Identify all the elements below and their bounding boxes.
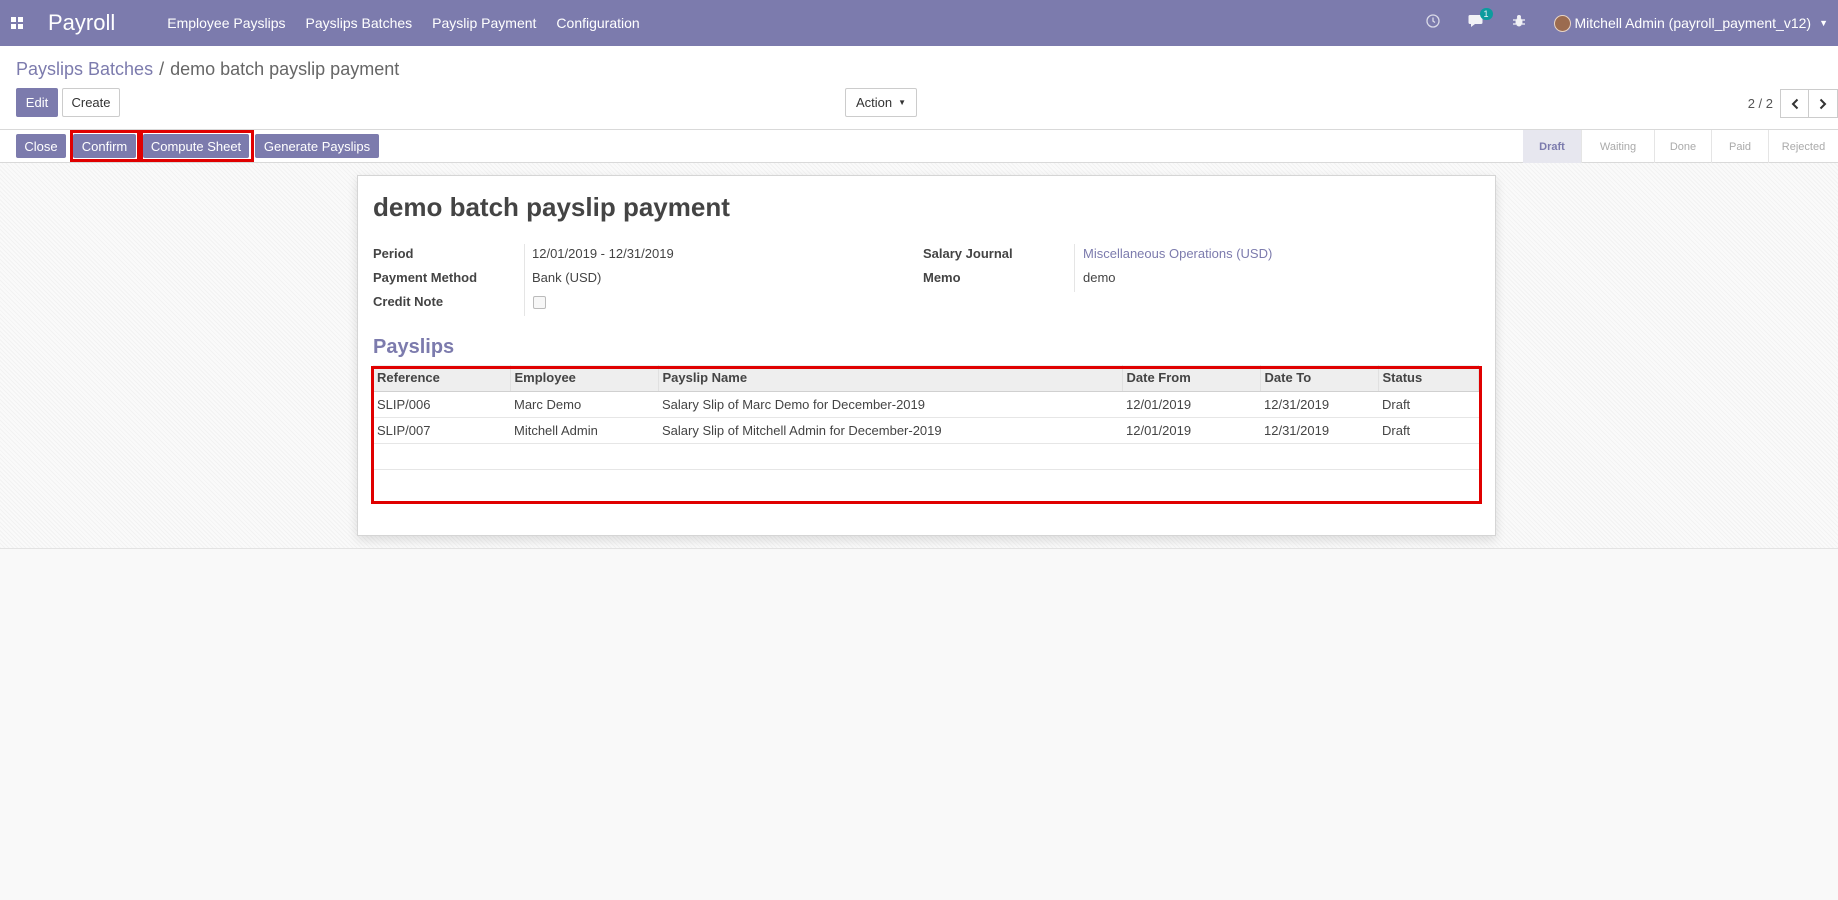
stage-waiting[interactable]: Waiting (1581, 130, 1654, 163)
generate-payslips-button[interactable]: Generate Payslips (255, 134, 379, 158)
action-dropdown[interactable]: Action ▼ (845, 88, 917, 117)
close-button[interactable]: Close (16, 134, 66, 158)
credit-note-label: Credit Note (373, 294, 444, 309)
form-statusbar: Close Confirm Compute Sheet Generate Pay… (0, 129, 1838, 163)
cell-employee: Mitchell Admin (510, 417, 658, 444)
column-header-employee[interactable]: Employee (510, 365, 659, 392)
action-label: Action (855, 95, 893, 110)
menu-payslip-payment[interactable]: Payslip Payment (432, 15, 536, 31)
cell-status: Draft (1378, 391, 1479, 418)
cell-payslip-name: Salary Slip of Mitchell Admin for Decemb… (658, 417, 1122, 444)
stage-paid[interactable]: Paid (1711, 130, 1768, 163)
breadcrumb-current: demo batch payslip payment (170, 59, 400, 79)
bug-icon[interactable] (1512, 14, 1526, 32)
compute-sheet-button[interactable]: Compute Sheet (143, 134, 249, 158)
cell-status: Draft (1378, 417, 1479, 444)
menu-employee-payslips[interactable]: Employee Payslips (167, 15, 285, 31)
edit-button[interactable]: Edit (16, 88, 58, 117)
stage-done[interactable]: Done (1654, 130, 1711, 163)
confirm-button[interactable]: Confirm (73, 134, 136, 158)
cell-reference: SLIP/006 (373, 391, 510, 418)
cell-reference: SLIP/007 (373, 417, 510, 444)
cell-payslip-name: Salary Slip of Marc Demo for December-20… (658, 391, 1122, 418)
credit-note-checkbox[interactable] (533, 296, 546, 309)
messages-count-badge: 1 (1479, 8, 1493, 20)
cell-date-to: 12/31/2019 (1260, 391, 1378, 418)
payment-method-label: Payment Method (373, 270, 478, 285)
pager: 2 / 2 (1748, 89, 1838, 118)
column-header-date-to[interactable]: Date To (1260, 365, 1379, 392)
apps-grid-icon[interactable] (2, 0, 32, 46)
breadcrumb-separator: / (159, 59, 165, 79)
menu-payslips-batches[interactable]: Payslips Batches (306, 15, 413, 31)
cell-date-from: 12/01/2019 (1122, 391, 1260, 418)
stage-draft[interactable]: Draft (1523, 130, 1581, 163)
period-label: Period (373, 246, 414, 261)
table-row[interactable]: SLIP/007 Mitchell Admin Salary Slip of M… (373, 417, 1479, 444)
user-menu-label[interactable]: Mitchell Admin (payroll_payment_v12) (1575, 15, 1812, 31)
field-divider (524, 244, 525, 316)
form-sheet: demo batch payslip payment Period 12/01/… (357, 175, 1496, 536)
caret-down-icon[interactable]: ▼ (1819, 18, 1828, 28)
memo-label: Memo (923, 270, 961, 285)
menu-configuration[interactable]: Configuration (556, 15, 639, 31)
stage-rejected[interactable]: Rejected (1768, 130, 1838, 163)
caret-down-icon: ▼ (898, 98, 907, 107)
batch-title: demo batch payslip payment (373, 192, 730, 222)
empty-table-row (373, 443, 1479, 470)
salary-journal-label: Salary Journal (923, 246, 1013, 261)
chevron-right-icon (1819, 98, 1827, 109)
cell-date-to: 12/31/2019 (1260, 417, 1378, 444)
column-header-date-from[interactable]: Date From (1122, 365, 1261, 392)
period-value: 12/01/2019 - 12/31/2019 (532, 246, 674, 261)
top-navbar: Payroll Employee Payslips Payslips Batch… (0, 0, 1838, 46)
status-stages: Draft Waiting Done Paid Rejected (1523, 130, 1838, 163)
app-name[interactable]: Payroll (48, 10, 115, 36)
payslips-section-title: Payslips (373, 336, 455, 358)
chat-icon[interactable]: 1 (1468, 8, 1493, 32)
payment-method-value: Bank (USD) (532, 270, 602, 285)
table-row[interactable]: SLIP/006 Marc Demo Salary Slip of Marc D… (373, 391, 1479, 418)
cell-employee: Marc Demo (510, 391, 658, 418)
breadcrumb-parent-link[interactable]: Payslips Batches (16, 59, 153, 79)
pager-value[interactable]: 2 / 2 (1748, 96, 1773, 111)
empty-table-row (373, 469, 1479, 495)
column-header-payslip-name[interactable]: Payslip Name (658, 365, 1123, 392)
clock-icon[interactable] (1425, 14, 1440, 32)
table-header-row: Reference Employee Payslip Name Date Fro… (373, 365, 1479, 392)
pager-next-button[interactable] (1809, 89, 1838, 118)
payslips-table: Reference Employee Payslip Name Date Fro… (373, 365, 1479, 495)
create-button[interactable]: Create (62, 88, 120, 117)
salary-journal-link[interactable]: Miscellaneous Operations (USD) (1083, 246, 1272, 261)
avatar[interactable] (1553, 14, 1571, 32)
field-divider (1074, 244, 1075, 292)
chevron-left-icon (1791, 98, 1798, 109)
breadcrumb: Payslips Batches / demo batch payslip paym… (16, 59, 399, 80)
pager-previous-button[interactable] (1780, 89, 1809, 118)
column-header-status[interactable]: Status (1378, 365, 1479, 392)
column-header-reference[interactable]: Reference (373, 365, 511, 392)
memo-value: demo (1083, 270, 1116, 285)
cell-date-from: 12/01/2019 (1122, 417, 1260, 444)
